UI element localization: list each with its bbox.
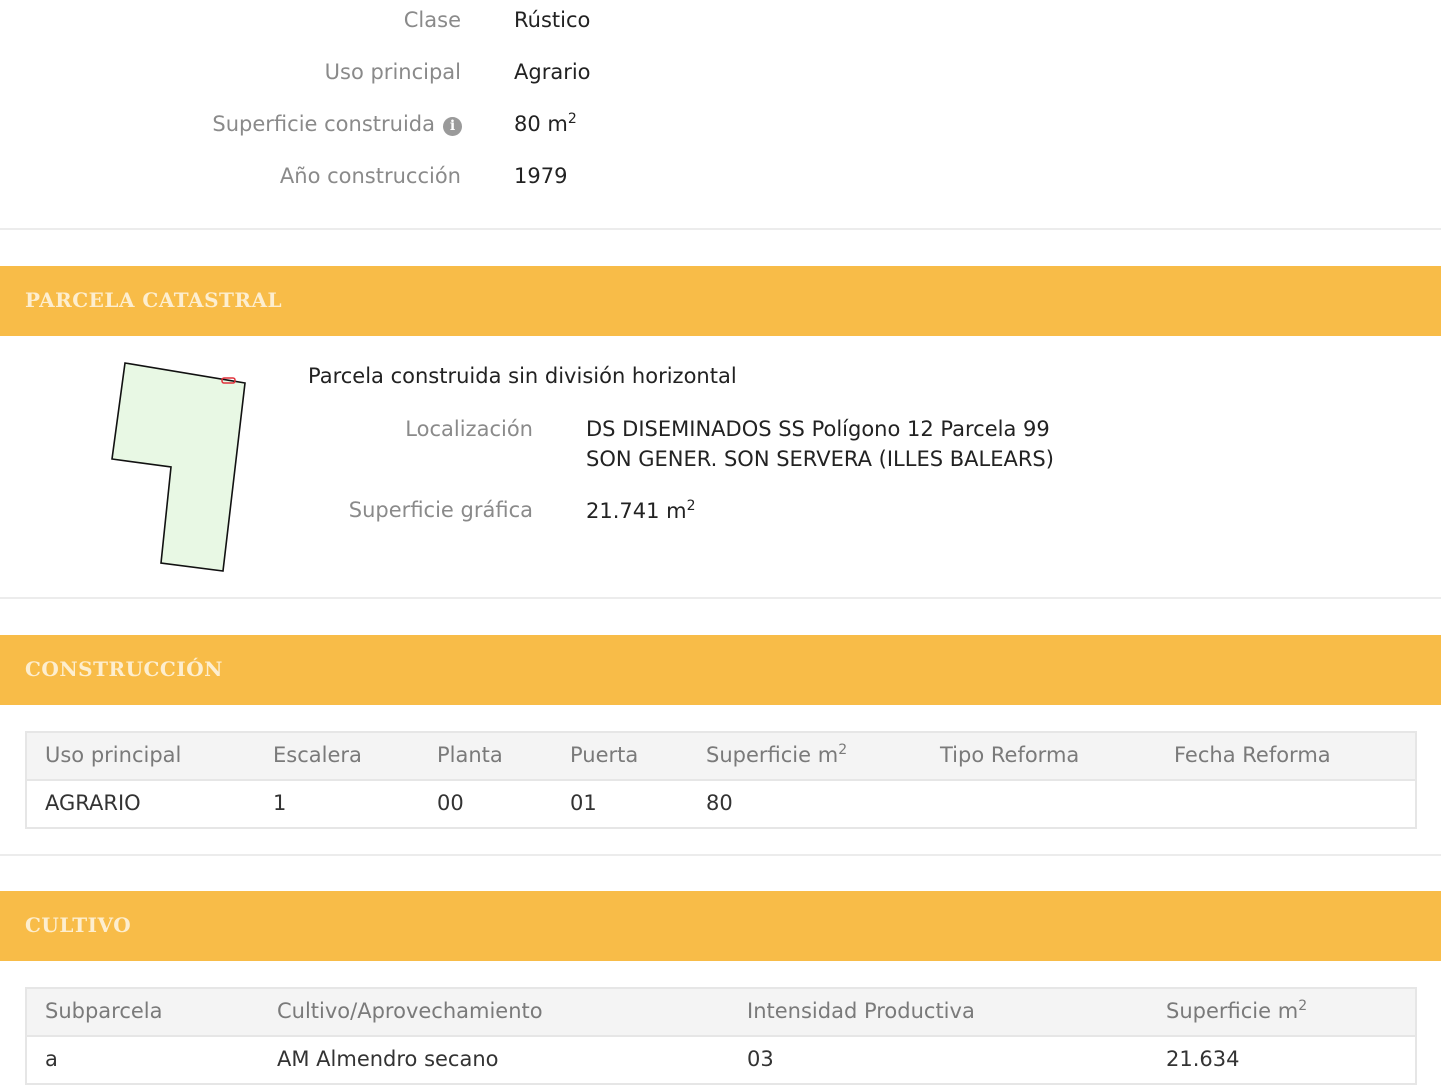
- cell-intensidad: 03: [747, 1047, 774, 1071]
- col-escalera: Escalera: [273, 743, 362, 767]
- row-uso-principal: Uso principal Agrario: [0, 60, 1441, 90]
- uso-principal-value: Agrario: [514, 60, 591, 84]
- unit-superscript: 2: [838, 742, 848, 758]
- construccion-table: Uso principal Escalera Planta Puerta Sup…: [25, 731, 1417, 829]
- ano-construccion-label: Año construcción: [279, 164, 461, 188]
- col-puerta: Puerta: [570, 743, 639, 767]
- col-cultivo: Cultivo/Aprovechamiento: [277, 999, 543, 1023]
- superficie-grafica-value: 21.741 m2: [586, 496, 696, 526]
- parcel-outline: [111, 362, 246, 572]
- superficie-construida-label-wrap: Superficie construida i: [212, 112, 462, 136]
- parcel-map-shape[interactable]: [105, 355, 260, 580]
- divider: [0, 597, 1441, 599]
- parcel-description: Parcela construida sin división horizont…: [308, 364, 737, 388]
- superficie-construida-label: Superficie construida: [212, 112, 435, 136]
- divider: [0, 228, 1441, 230]
- table-row: a AM Almendro secano 03 21.634: [27, 1035, 1415, 1083]
- clase-label: Clase: [403, 8, 461, 32]
- localizacion-line-2: SON GENER. SON SERVERA (ILLES BALEARS): [586, 447, 1054, 471]
- unit-superscript: 2: [1298, 998, 1308, 1014]
- cultivo-section-title: CULTIVO: [25, 913, 132, 937]
- col-superficie: Superficie m2: [1166, 999, 1307, 1023]
- cell-cultivo: AM Almendro secano: [277, 1047, 499, 1071]
- col-planta: Planta: [437, 743, 503, 767]
- cultivo-table: Subparcela Cultivo/Aprovechamiento Inten…: [25, 987, 1417, 1085]
- cell-planta: 00: [437, 791, 464, 815]
- localizacion-label: Localización: [405, 417, 533, 441]
- col-tipo-reforma: Tipo Reforma: [940, 743, 1080, 767]
- uso-principal-label: Uso principal: [324, 60, 461, 84]
- info-icon[interactable]: i: [443, 117, 462, 136]
- superficie-construida-number: 80 m: [514, 112, 568, 136]
- col-intensidad: Intensidad Productiva: [747, 999, 975, 1023]
- cell-escalera: 1: [273, 791, 287, 815]
- unit-superscript: 2: [567, 111, 577, 127]
- superficie-construida-value: 80 m2: [514, 112, 577, 136]
- superficie-grafica-number: 21.741 m: [586, 499, 687, 523]
- row-ano-construccion: Año construcción 1979: [0, 164, 1441, 194]
- parcela-section-title: PARCELA CATASTRAL: [25, 288, 283, 312]
- divider: [0, 854, 1441, 856]
- cell-superficie: 80: [706, 791, 733, 815]
- ano-construccion-value: 1979: [514, 164, 568, 188]
- col-superficie: Superficie m2: [706, 743, 847, 767]
- col-superficie-label: Superficie m: [706, 743, 839, 767]
- localizacion-value: DS DISEMINADOS SS Polígono 12 Parcela 99…: [586, 414, 1054, 474]
- superficie-grafica-label: Superficie gráfica: [348, 498, 533, 522]
- row-clase: Clase Rústico: [0, 8, 1441, 38]
- parcela-section-header: PARCELA CATASTRAL: [0, 266, 1441, 336]
- construccion-section-header: CONSTRUCCIÓN: [0, 635, 1441, 705]
- construccion-section-title: CONSTRUCCIÓN: [25, 657, 223, 681]
- col-fecha-reforma: Fecha Reforma: [1174, 743, 1331, 767]
- cell-subparcela: a: [45, 1047, 58, 1071]
- table-row: AGRARIO 1 00 01 80: [27, 779, 1415, 827]
- cell-superficie: 21.634: [1166, 1047, 1240, 1071]
- col-superficie-label: Superficie m: [1166, 999, 1299, 1023]
- cell-uso-principal: AGRARIO: [45, 791, 141, 815]
- row-superficie-construida: Superficie construida i 80 m2: [0, 112, 1441, 142]
- clase-value: Rústico: [514, 8, 591, 32]
- localizacion-line-1: DS DISEMINADOS SS Polígono 12 Parcela 99: [586, 417, 1050, 441]
- col-uso-principal: Uso principal: [45, 743, 182, 767]
- table-header-row: Subparcela Cultivo/Aprovechamiento Inten…: [27, 989, 1415, 1035]
- cell-puerta: 01: [570, 791, 597, 815]
- col-subparcela: Subparcela: [45, 999, 163, 1023]
- cultivo-section-header: CULTIVO: [0, 891, 1441, 961]
- inmueble-info: Clase Rústico Uso principal Agrario Supe…: [0, 0, 1441, 228]
- table-header-row: Uso principal Escalera Planta Puerta Sup…: [27, 733, 1415, 779]
- unit-superscript: 2: [686, 498, 696, 514]
